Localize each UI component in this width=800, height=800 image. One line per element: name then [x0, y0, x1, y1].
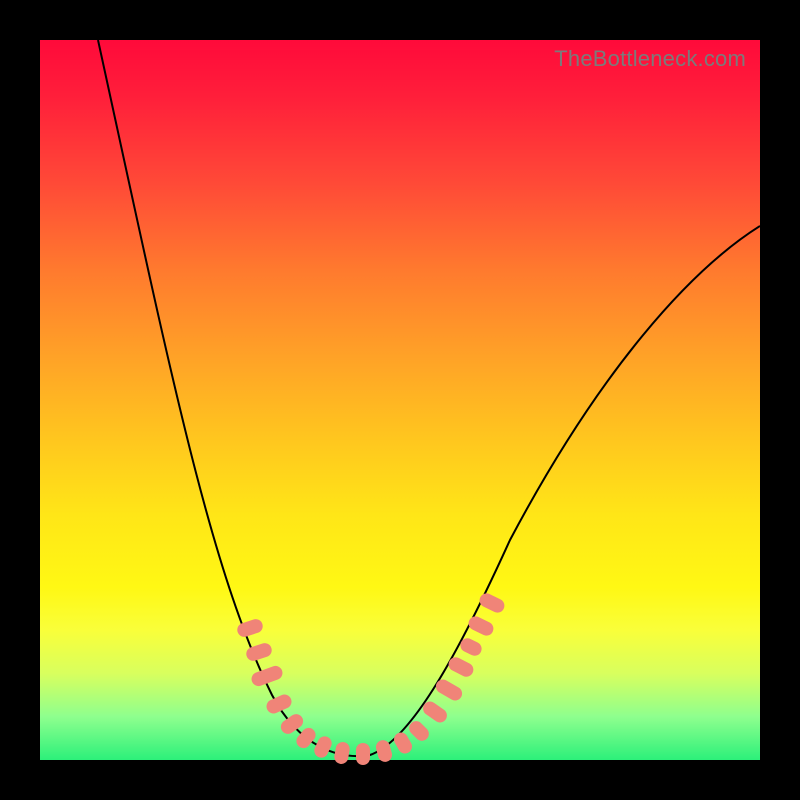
curve-marker: [356, 743, 370, 765]
bottleneck-curve: [98, 40, 760, 756]
chart-frame: TheBottleneck.com: [0, 0, 800, 800]
curve-layer: [40, 40, 760, 760]
curve-marker: [333, 741, 351, 765]
plot-area: TheBottleneck.com: [40, 40, 760, 760]
